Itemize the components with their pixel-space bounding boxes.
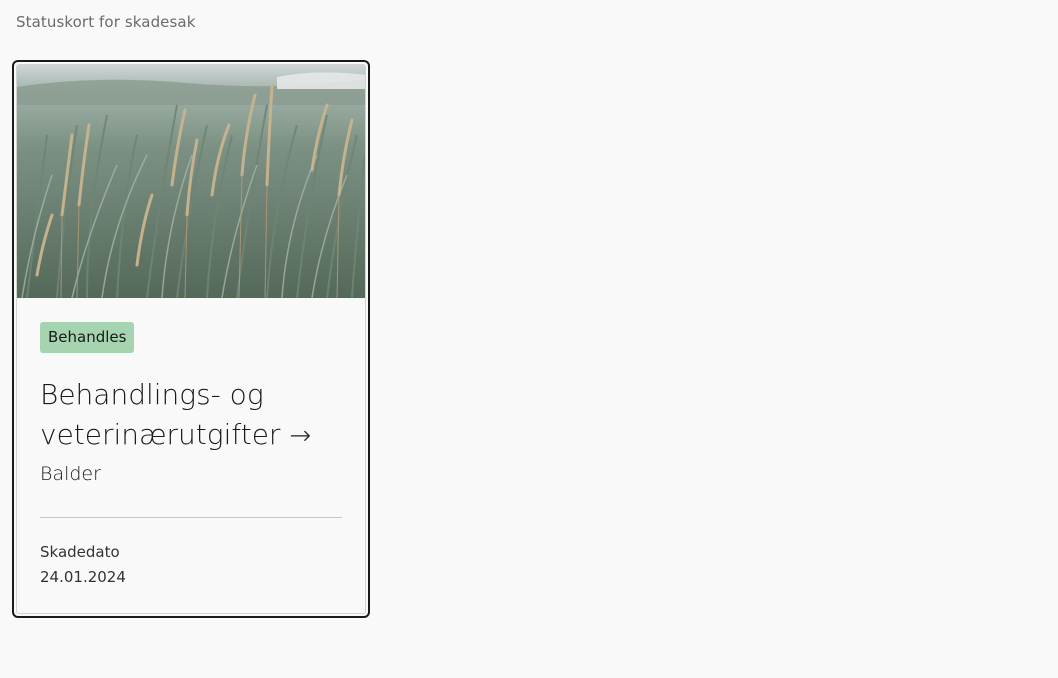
card-image-grass (17, 65, 365, 298)
claim-status-card[interactable]: Behandles Behandlings- og veterinærutgif… (16, 64, 366, 614)
card-title-text: Behandlings- og veterinærutgifter (40, 378, 281, 451)
meta-value: 24.01.2024 (40, 568, 126, 586)
card-subtitle: Balder (40, 463, 101, 485)
meta-label: Skadedato (40, 543, 120, 561)
page-heading: Statuskort for skadesak (16, 13, 196, 31)
arrow-right-icon: → (289, 421, 312, 451)
card-title[interactable]: Behandlings- og veterinærutgifter → (40, 375, 340, 456)
divider (40, 517, 342, 518)
status-badge: Behandles (40, 322, 135, 353)
